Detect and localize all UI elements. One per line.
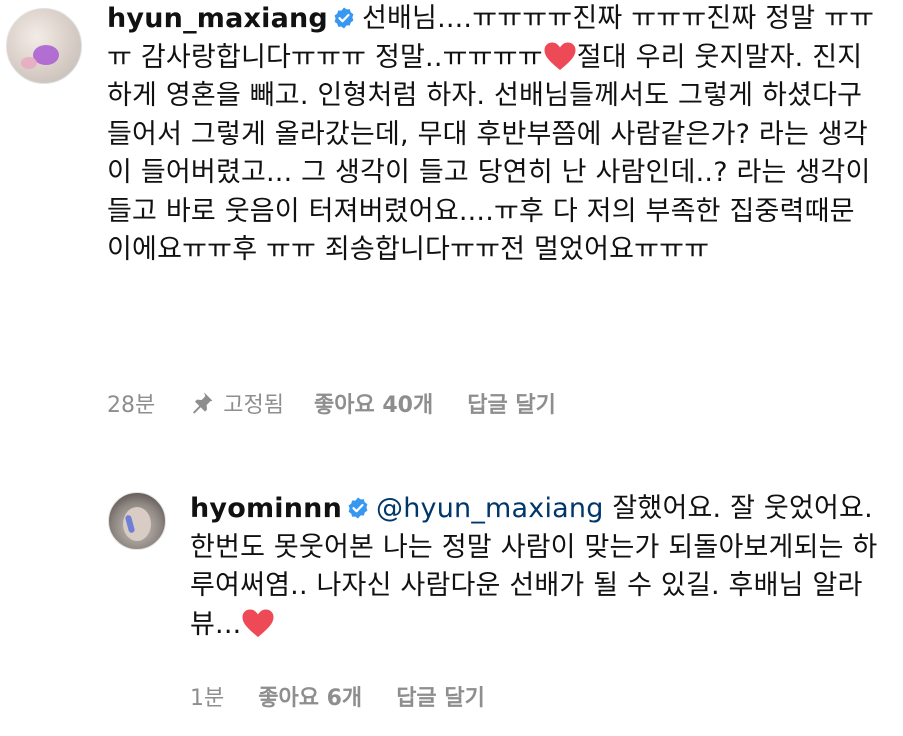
username[interactable]: hyominnn bbox=[190, 493, 342, 524]
comment-1: hyun_maxiang 선배님....ㅠㅠㅠㅠ진짜 ㅠㅠㅠ진짜 정말 ㅠㅠㅠ 감… bbox=[0, 0, 903, 440]
likes-count[interactable]: 좋아요 6개 bbox=[258, 680, 362, 712]
likes-count[interactable]: 좋아요 40개 bbox=[314, 387, 433, 419]
username[interactable]: hyun_maxiang bbox=[107, 3, 328, 34]
verified-badge-icon bbox=[348, 497, 368, 519]
reply-button[interactable]: 답글 달기 bbox=[467, 387, 556, 419]
comment-meta: 1분 좋아요 6개 답글 달기 bbox=[190, 676, 519, 716]
comment-body: hyominnn @hyun_maxiang 잘했어요. 잘 웃었어요. 한번도 … bbox=[190, 490, 880, 644]
comment-meta: 28분 고정됨 좋아요 40개 답글 달기 bbox=[107, 383, 590, 423]
comment-time: 1분 bbox=[190, 686, 225, 711]
pinned-label: 고정됨 bbox=[223, 393, 284, 418]
heart-emoji-icon bbox=[242, 609, 274, 637]
reply-button[interactable]: 답글 달기 bbox=[396, 680, 485, 712]
pin-icon bbox=[193, 392, 213, 414]
avatar-sticker bbox=[21, 57, 37, 69]
avatar[interactable] bbox=[108, 492, 166, 550]
comment-body: hyun_maxiang 선배님....ㅠㅠㅠㅠ진짜 ㅠㅠㅠ진짜 정말 ㅠㅠㅠ 감… bbox=[107, 0, 877, 270]
comment-text-continued: 절대 우리 웃지말자. 진지하게 영혼을 빼고. 인형처럼 하자. 선배님들께서… bbox=[107, 41, 880, 266]
verified-badge-icon bbox=[334, 7, 354, 29]
mention-link[interactable]: @hyun_maxiang bbox=[376, 493, 604, 524]
comment-2-reply: hyominnn @hyun_maxiang 잘했어요. 잘 웃었어요. 한번도 … bbox=[0, 480, 903, 736]
comment-time: 28분 bbox=[107, 393, 156, 418]
avatar[interactable] bbox=[6, 8, 82, 84]
pinned-indicator: 고정됨 bbox=[189, 387, 284, 419]
heart-emoji-icon bbox=[544, 42, 576, 70]
